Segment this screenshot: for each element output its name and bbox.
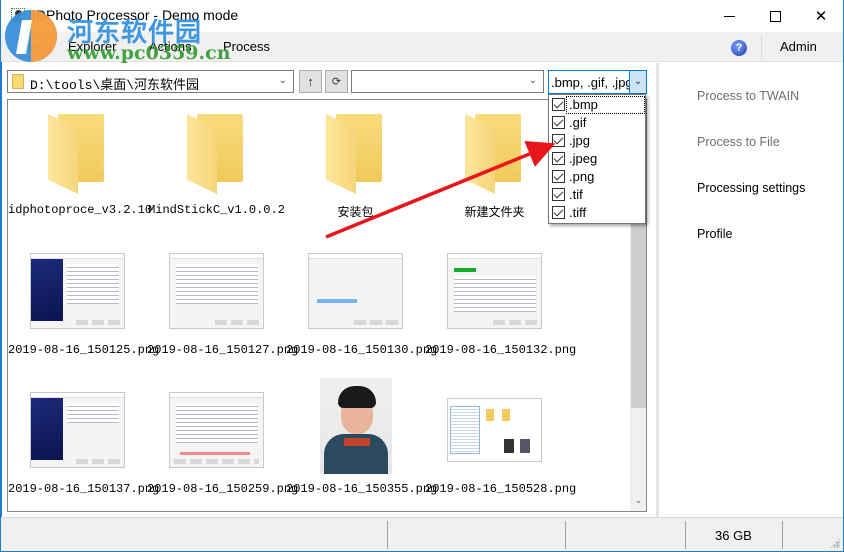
disk-free-space: 36 GB bbox=[715, 528, 752, 543]
file-tile[interactable]: 2019-08-16_150130.png bbox=[286, 239, 438, 374]
minimize-icon bbox=[723, 15, 735, 17]
extension-option[interactable]: .gif bbox=[549, 114, 645, 132]
extension-label: .jpeg bbox=[569, 151, 598, 166]
processing-settings-link[interactable]: Processing settings bbox=[697, 181, 805, 195]
image-thumbnail bbox=[447, 253, 542, 329]
file-name: 2019-08-16_150137.png bbox=[8, 482, 160, 496]
scroll-down-icon[interactable]: ⌄ bbox=[630, 495, 646, 509]
checkbox[interactable] bbox=[552, 152, 565, 165]
file-tile[interactable]: 2019-08-16_150127.png bbox=[147, 239, 299, 374]
help-icon[interactable]: ? bbox=[731, 40, 747, 56]
chevron-down-icon[interactable]: ⌄ bbox=[279, 75, 287, 86]
checkbox[interactable] bbox=[552, 206, 565, 219]
file-name: 2019-08-16_150125.png bbox=[8, 343, 160, 357]
file-name: idphotoproce_v3.2.10 bbox=[8, 203, 153, 217]
image-thumbnail bbox=[169, 392, 264, 468]
maximize-button[interactable] bbox=[752, 0, 798, 32]
file-name: 2019-08-16_150132.png bbox=[425, 343, 577, 357]
file-tile[interactable]: 2019-08-16_150137.png bbox=[8, 378, 160, 511]
file-name: 2019-08-16_150528.png bbox=[425, 482, 577, 496]
extension-option[interactable]: .png bbox=[549, 168, 645, 186]
chevron-down-icon[interactable]: ⌄ bbox=[529, 75, 537, 86]
extension-option[interactable]: .tif bbox=[549, 186, 645, 204]
file-name: 安装包 bbox=[337, 205, 374, 219]
extension-option[interactable]: .jpeg bbox=[549, 150, 645, 168]
file-tile[interactable]: 2019-08-16_150355.png bbox=[286, 378, 438, 511]
file-tile[interactable]: 安装包 bbox=[286, 100, 425, 235]
folder-icon bbox=[326, 114, 382, 194]
checkbox[interactable] bbox=[552, 116, 565, 129]
minimize-button[interactable] bbox=[706, 0, 752, 32]
extension-dropdown: .bmp .gif .jpg .jpeg .png .tif .tiff bbox=[548, 94, 646, 224]
menu-admin[interactable]: Admin bbox=[780, 39, 817, 54]
process-to-file-link[interactable]: Process to File bbox=[697, 135, 780, 149]
extension-label: .tif bbox=[569, 187, 583, 202]
image-thumbnail bbox=[169, 253, 264, 329]
file-name: 2019-08-16_150127.png bbox=[147, 343, 299, 357]
extension-label: .png bbox=[569, 169, 595, 184]
arrow-up-icon: ↑ bbox=[307, 74, 314, 89]
filter-combo[interactable]: ⌄ bbox=[351, 70, 544, 93]
checkbox[interactable] bbox=[552, 170, 565, 183]
extension-label: .gif bbox=[569, 115, 587, 130]
chevron-down-icon[interactable]: ⌄ bbox=[629, 71, 646, 93]
file-tile[interactable]: 2019-08-16_150132.png bbox=[425, 239, 577, 374]
extension-value: .bmp, .gif, .jpg bbox=[551, 75, 633, 90]
file-tile[interactable]: 2019-08-16_150259.png bbox=[147, 378, 299, 511]
refresh-button[interactable]: ⟳ bbox=[325, 70, 348, 93]
app-window: IDPhoto Processor - Demo mode ✕ File Exp… bbox=[0, 0, 844, 552]
extension-option[interactable]: .jpg bbox=[549, 132, 645, 150]
checkbox[interactable] bbox=[552, 188, 565, 201]
maximize-icon bbox=[769, 10, 781, 22]
status-separator bbox=[565, 521, 566, 549]
path-combo[interactable]: D:\tools\桌面\河东软件园 ⌄ bbox=[7, 70, 294, 93]
file-name: 2019-08-16_150355.png bbox=[286, 482, 438, 496]
status-separator bbox=[782, 521, 783, 549]
file-name: MindStickC_v1.0.0.2 bbox=[148, 203, 285, 217]
file-name: 新建文件夹 bbox=[464, 205, 525, 219]
extension-label: .tiff bbox=[569, 205, 587, 220]
close-button[interactable]: ✕ bbox=[798, 0, 844, 32]
file-tile[interactable]: 新建文件夹 bbox=[425, 100, 564, 235]
extension-option[interactable]: .bmp bbox=[552, 96, 645, 114]
file-tile[interactable]: idphotoproce_v3.2.10 bbox=[8, 100, 153, 235]
checkbox[interactable] bbox=[552, 98, 565, 111]
file-grid: idphotoproce_v3.2.10 MindStickC_v1.0.0.2… bbox=[8, 100, 630, 511]
menu-separator bbox=[761, 35, 762, 59]
path-text: D:\tools\桌面\河东软件园 bbox=[30, 78, 200, 93]
folder-icon bbox=[48, 114, 104, 194]
watermark-logo bbox=[5, 10, 57, 62]
extension-option[interactable]: .tiff bbox=[549, 204, 645, 222]
file-name: 2019-08-16_150259.png bbox=[147, 482, 299, 496]
resize-grip-icon[interactable] bbox=[830, 538, 840, 548]
file-tile[interactable]: 2019-08-16_150125.png bbox=[8, 239, 160, 374]
image-thumbnail bbox=[308, 253, 403, 329]
folder-icon bbox=[187, 114, 243, 194]
refresh-icon: ⟳ bbox=[331, 76, 342, 88]
image-thumbnail bbox=[447, 398, 542, 462]
process-to-twain-link[interactable]: Process to TWAIN bbox=[697, 89, 799, 103]
image-thumbnail bbox=[30, 253, 125, 329]
status-bar: 36 GB bbox=[1, 517, 843, 551]
up-folder-button[interactable]: ↑ bbox=[299, 70, 322, 93]
extension-combo[interactable]: .bmp, .gif, .jpg ⌄ bbox=[548, 70, 647, 94]
file-tile[interactable]: 2019-08-16_150528.png bbox=[425, 378, 577, 511]
file-tile[interactable]: MindStickC_v1.0.0.2 bbox=[147, 100, 286, 235]
image-thumbnail bbox=[30, 392, 125, 468]
extension-label: .bmp bbox=[569, 97, 598, 112]
file-name: 2019-08-16_150130.png bbox=[286, 343, 438, 357]
actions-panel: Process to TWAIN Process to File Process… bbox=[656, 63, 843, 517]
profile-link[interactable]: Profile bbox=[697, 227, 732, 241]
status-separator bbox=[685, 521, 686, 549]
folder-icon bbox=[12, 74, 24, 89]
portrait-thumbnail bbox=[320, 378, 392, 474]
folder-icon bbox=[465, 114, 521, 194]
close-icon: ✕ bbox=[814, 8, 828, 25]
checkbox[interactable] bbox=[552, 134, 565, 147]
status-separator bbox=[387, 521, 388, 549]
watermark-url: www.pc0359.cn bbox=[67, 42, 231, 64]
extension-label: .jpg bbox=[569, 133, 590, 148]
